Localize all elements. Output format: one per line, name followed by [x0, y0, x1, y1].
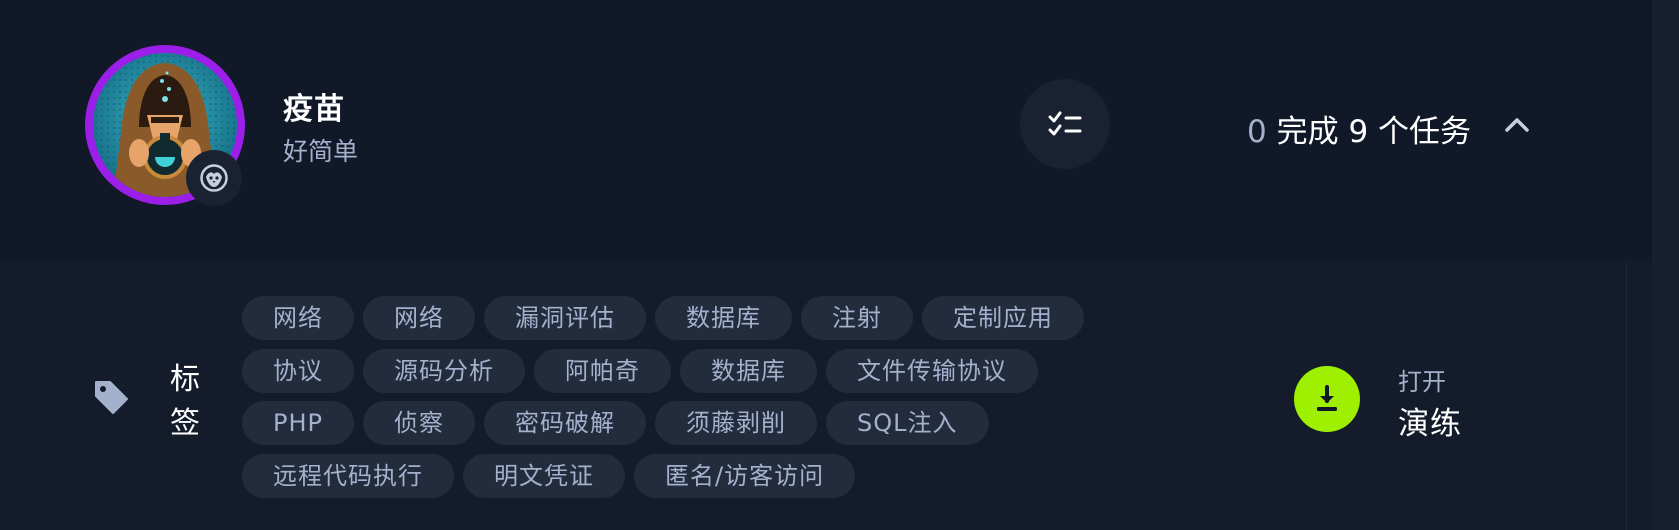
- task-progress: 0 完成 9 个任务: [1247, 106, 1471, 151]
- penguin-icon: [186, 150, 242, 206]
- tag[interactable]: 源码分析: [363, 348, 525, 393]
- machine-name: 疫苗: [283, 92, 345, 127]
- machine-difficulty: 好简单: [283, 137, 359, 166]
- tag[interactable]: 注射: [801, 296, 913, 340]
- tag[interactable]: 协议: [242, 348, 354, 393]
- collapse-button[interactable]: [1500, 108, 1534, 142]
- tag[interactable]: 匿名/访客访问: [634, 453, 856, 498]
- tag[interactable]: 明文凭证: [463, 453, 625, 498]
- scroll-gutter: [1626, 0, 1679, 530]
- tag[interactable]: 数据库: [680, 348, 817, 393]
- tag[interactable]: 数据库: [655, 296, 792, 340]
- tag[interactable]: 阿帕奇: [534, 348, 671, 393]
- tag-row: PHP 侦察 密码破解 须藤剥削 SQL注入: [242, 401, 1122, 445]
- tag[interactable]: 漏洞评估: [484, 296, 646, 340]
- tag[interactable]: 须藤剥削: [655, 401, 817, 445]
- tag-icon: [92, 378, 130, 420]
- tag[interactable]: 远程代码执行: [242, 453, 454, 498]
- progress-text: 完成 9 个任务: [1276, 114, 1472, 150]
- open-label[interactable]: 打开: [1398, 362, 1446, 397]
- tags-label: 标签: [170, 362, 200, 441]
- checklist-icon: [1048, 111, 1082, 136]
- download-button[interactable]: [1294, 366, 1360, 432]
- tag[interactable]: 密码破解: [484, 401, 646, 445]
- download-icon: [1317, 385, 1337, 411]
- tag[interactable]: 侦察: [363, 401, 475, 445]
- tag[interactable]: 文件传输协议: [826, 348, 1038, 393]
- completed-count: 0: [1247, 114, 1267, 150]
- chevron-up-icon: [1505, 118, 1529, 132]
- tags-list: 网络 网络 漏洞评估 数据库 注射 定制应用 协议 源码分析 阿帕奇 数据库 文…: [242, 296, 1122, 506]
- tag-row: 网络 网络 漏洞评估 数据库 注射 定制应用: [242, 296, 1122, 340]
- drill-label[interactable]: 演练: [1398, 398, 1462, 443]
- tag[interactable]: 网络: [363, 296, 475, 340]
- tag[interactable]: 网络: [242, 296, 354, 340]
- tag[interactable]: PHP: [242, 401, 354, 445]
- tasks-button[interactable]: [1020, 79, 1110, 169]
- tag-row: 协议 源码分析 阿帕奇 数据库 文件传输协议: [242, 348, 1122, 393]
- tag[interactable]: SQL注入: [826, 401, 989, 445]
- tag-row: 远程代码执行 明文凭证 匿名/访客访问: [242, 453, 1122, 498]
- tag[interactable]: 定制应用: [922, 296, 1084, 340]
